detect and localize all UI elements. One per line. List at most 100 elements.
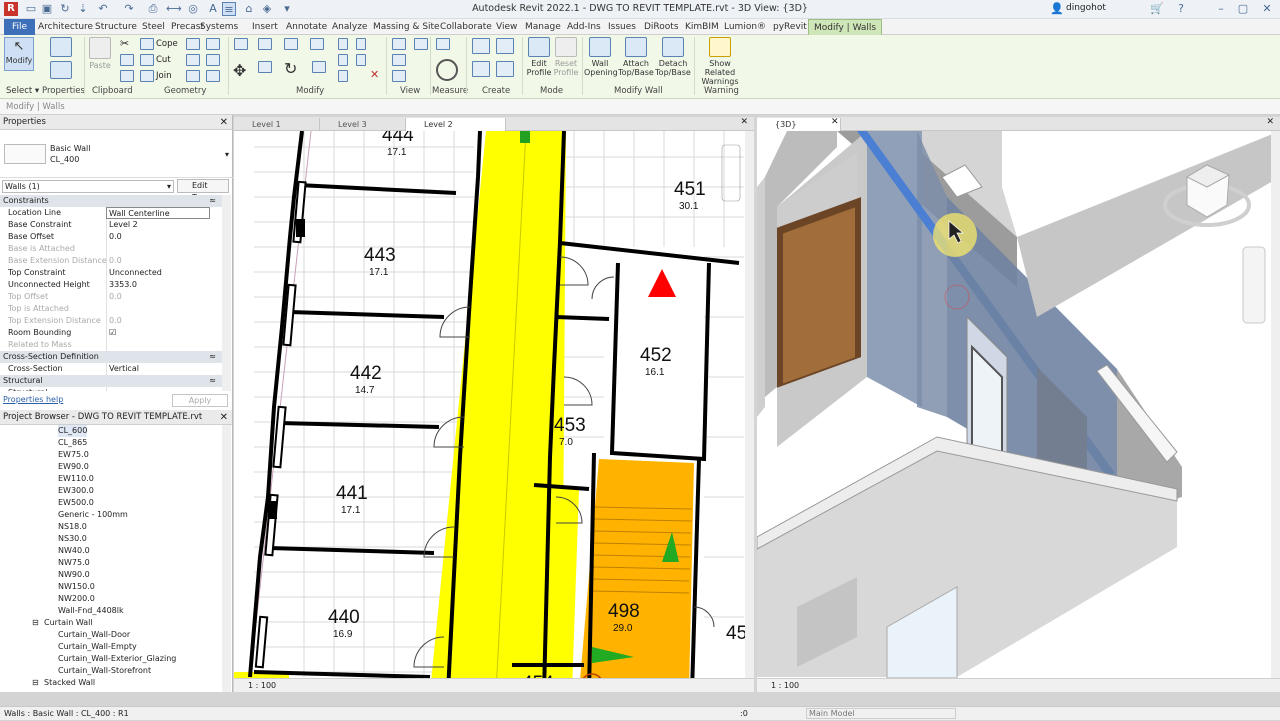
floor-plan-view[interactable]: 444 17.1 443 17.1 442 14.7 441 17.1 440 16.9 451 30…: [234, 117, 754, 692]
browser-item[interactable]: Wall-Fnd_4408lk: [58, 605, 124, 617]
properties-help-link[interactable]: Properties help: [3, 395, 63, 404]
delete-icon[interactable]: ✕: [370, 68, 379, 81]
property-value[interactable]: Unconnected: [106, 267, 210, 279]
collapse-icon[interactable]: ⊟: [32, 677, 39, 689]
instance-filter[interactable]: Walls (1) ▾: [2, 180, 174, 193]
mirror-axis-icon[interactable]: [284, 38, 298, 50]
copy-element-icon[interactable]: [258, 61, 272, 73]
edit-profile-button[interactable]: Edit Profile: [524, 37, 554, 77]
property-row[interactable]: Top Offset 0.0: [0, 291, 222, 303]
property-row[interactable]: Location Line Wall Centerline: [0, 207, 222, 219]
plan-scrollbar[interactable]: [745, 131, 754, 678]
property-value[interactable]: ☑: [106, 327, 210, 339]
tab-file[interactable]: File: [4, 19, 36, 35]
align-icon[interactable]: [234, 38, 248, 50]
property-row[interactable]: Base Extension Distance 0.0: [0, 255, 222, 267]
edit-type-button[interactable]: Edit Type: [177, 179, 229, 202]
cut-icon[interactable]: ✂: [120, 38, 134, 50]
property-value[interactable]: [106, 243, 210, 255]
browser-scrollbar[interactable]: [222, 425, 231, 692]
tab-level-2[interactable]: Level 2: [406, 118, 506, 131]
collapse-icon[interactable]: ≈: [209, 375, 216, 387]
property-row[interactable]: Structural: [0, 387, 222, 391]
measure-icon[interactable]: [436, 59, 458, 81]
property-row[interactable]: Base Constraint Level 2: [0, 219, 222, 231]
type-selector[interactable]: Basic Wall CL_400 ▾: [0, 130, 233, 178]
show-related-warnings-button[interactable]: Show Related Warnings: [694, 37, 746, 86]
property-row[interactable]: Unconnected Height 3353.0: [0, 279, 222, 291]
wall-joins-icon[interactable]: [186, 38, 200, 50]
browser-item[interactable]: NW40.0: [58, 545, 90, 557]
demolish-icon[interactable]: [206, 38, 220, 50]
properties-button[interactable]: [46, 61, 76, 81]
tab-annotate[interactable]: Annotate: [281, 19, 332, 35]
tab-modify-walls[interactable]: Modify | Walls: [808, 19, 883, 35]
browser-item[interactable]: NW90.0: [58, 569, 90, 581]
property-row[interactable]: Top Constraint Unconnected: [0, 267, 222, 279]
close-icon[interactable]: ✕: [1260, 2, 1274, 16]
property-row[interactable]: Base Offset 0.0: [0, 231, 222, 243]
3d-view[interactable]: {3D} ✕ ✕ 1 : 100: [757, 117, 1280, 692]
reset-profile-button[interactable]: Reset Profile: [552, 37, 580, 77]
navigation-bar[interactable]: [721, 144, 741, 202]
tab-issues[interactable]: Issues: [603, 19, 641, 35]
collapse-icon[interactable]: ⊟: [32, 617, 39, 629]
room-number[interactable]: 498: [608, 601, 640, 623]
tab-add-ins[interactable]: Add-Ins: [562, 19, 606, 35]
room-number[interactable]: 452: [640, 345, 672, 367]
override-graphics-icon[interactable]: [392, 54, 406, 66]
tab-kimbim[interactable]: KimBIM: [680, 19, 724, 35]
trim-icon[interactable]: [312, 61, 326, 73]
browser-folder[interactable]: Curtain Wall: [44, 617, 93, 629]
property-row[interactable]: Related to Mass: [0, 339, 222, 351]
room-number[interactable]: 442: [350, 363, 382, 385]
tab-view[interactable]: View: [491, 19, 522, 35]
dimension-icon[interactable]: [436, 38, 450, 50]
property-value[interactable]: Level 2: [106, 219, 210, 231]
navigation-bar[interactable]: [1242, 246, 1266, 324]
view-icon-a[interactable]: [414, 38, 428, 50]
property-value[interactable]: 0.0: [106, 315, 210, 327]
maximize-icon[interactable]: ▢: [1236, 2, 1250, 16]
browser-item[interactable]: Curtain_Wall-Door: [58, 629, 130, 641]
minimize-icon[interactable]: –: [1214, 2, 1228, 16]
room-number[interactable]: 441: [336, 483, 368, 505]
array-icon[interactable]: [356, 38, 366, 50]
create-parts-icon[interactable]: [496, 38, 514, 54]
tab-diroots[interactable]: DiRoots: [639, 19, 684, 35]
property-category[interactable]: Constraints ≈: [0, 195, 222, 207]
type-properties-button[interactable]: [46, 37, 76, 59]
help-icon[interactable]: ?: [1174, 2, 1188, 16]
detach-top-base-button[interactable]: Detach Top/Base: [654, 37, 692, 77]
create-group-icon[interactable]: [472, 61, 490, 77]
tab-massing-site[interactable]: Massing & Site: [368, 19, 445, 35]
unjoin-icon[interactable]: [186, 70, 200, 82]
browser-item[interactable]: CL_600: [58, 425, 88, 437]
browser-item[interactable]: NW200.0: [58, 593, 95, 605]
browser-item[interactable]: EW75.0: [58, 449, 89, 461]
rotate-icon[interactable]: ↻: [284, 59, 297, 78]
join-label[interactable]: Join: [156, 71, 171, 81]
property-row[interactable]: Room Bounding ☑: [0, 327, 222, 339]
hide-icon[interactable]: [392, 38, 406, 50]
tab-structure[interactable]: Structure: [90, 19, 142, 35]
collapse-icon[interactable]: ≈: [209, 351, 216, 363]
room-number[interactable]: 451: [674, 179, 706, 201]
tab-level-1[interactable]: Level 1: [234, 118, 320, 131]
3d-scrollbar[interactable]: [1271, 131, 1280, 678]
cope-icon[interactable]: [140, 38, 154, 50]
browser-item[interactable]: NS18.0: [58, 521, 87, 533]
paint-icon[interactable]: [206, 54, 220, 66]
pin-icon[interactable]: [356, 54, 366, 66]
match-type-icon[interactable]: [120, 70, 134, 82]
tab-manage[interactable]: Manage: [520, 19, 566, 35]
tab-steel[interactable]: Steel: [137, 19, 170, 35]
tab-pyrevit[interactable]: pyRevit: [768, 19, 812, 35]
browser-item[interactable]: NW75.0: [58, 557, 90, 569]
browser-item[interactable]: Generic - 100mm: [58, 509, 128, 521]
property-row[interactable]: Top Extension Distance 0.0: [0, 315, 222, 327]
property-row[interactable]: Cross-Section Vertical: [0, 363, 222, 375]
property-value[interactable]: [106, 339, 210, 351]
3d-scale[interactable]: 1 : 100: [771, 681, 799, 690]
close-icon[interactable]: ✕: [220, 115, 228, 130]
